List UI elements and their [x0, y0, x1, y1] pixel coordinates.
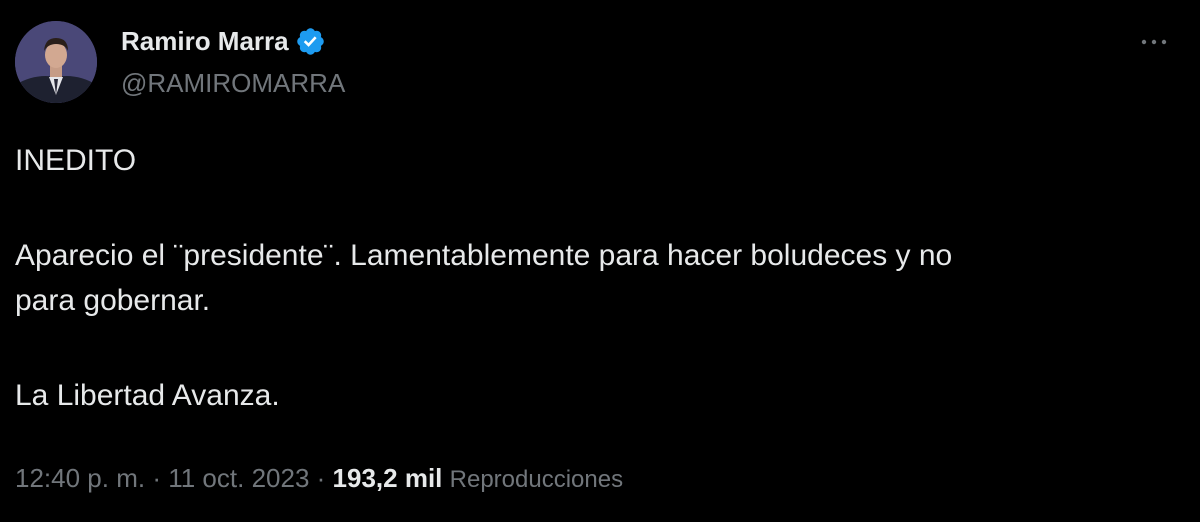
tweet-text: INEDITO Aparecio el ¨presidente¨. Lament…	[15, 138, 1175, 418]
views-label: Reproducciones	[449, 466, 624, 493]
tweet-meta: 12:40 p. m. · 11 oct. 2023 · 193,2 mil R…	[15, 460, 623, 498]
author-name-row[interactable]: Ramiro Marra	[121, 24, 326, 58]
author-display-name[interactable]: Ramiro Marra	[121, 24, 289, 58]
more-options-icon[interactable]	[1136, 30, 1172, 54]
avatar-photo	[15, 21, 97, 103]
avatar[interactable]	[15, 21, 97, 103]
author-handle[interactable]: @RAMIROMARRA	[121, 66, 345, 100]
tweet-time[interactable]: 12:40 p. m.	[15, 463, 145, 493]
tweet-line-1: INEDITO	[15, 144, 137, 177]
verified-badge-icon	[295, 26, 326, 57]
tweet-date[interactable]: 11 oct. 2023	[168, 463, 309, 493]
meta-separator: ·	[152, 463, 161, 493]
tweet-line-3: para gobernar.	[15, 284, 211, 317]
tweet-line-4: La Libertad Avanza.	[15, 379, 280, 412]
tweet-line-2: Aparecio el ¨presidente¨. Lamentablement…	[15, 239, 953, 272]
meta-separator: ·	[316, 463, 326, 493]
views-count[interactable]: 193,2 mil	[333, 463, 443, 493]
